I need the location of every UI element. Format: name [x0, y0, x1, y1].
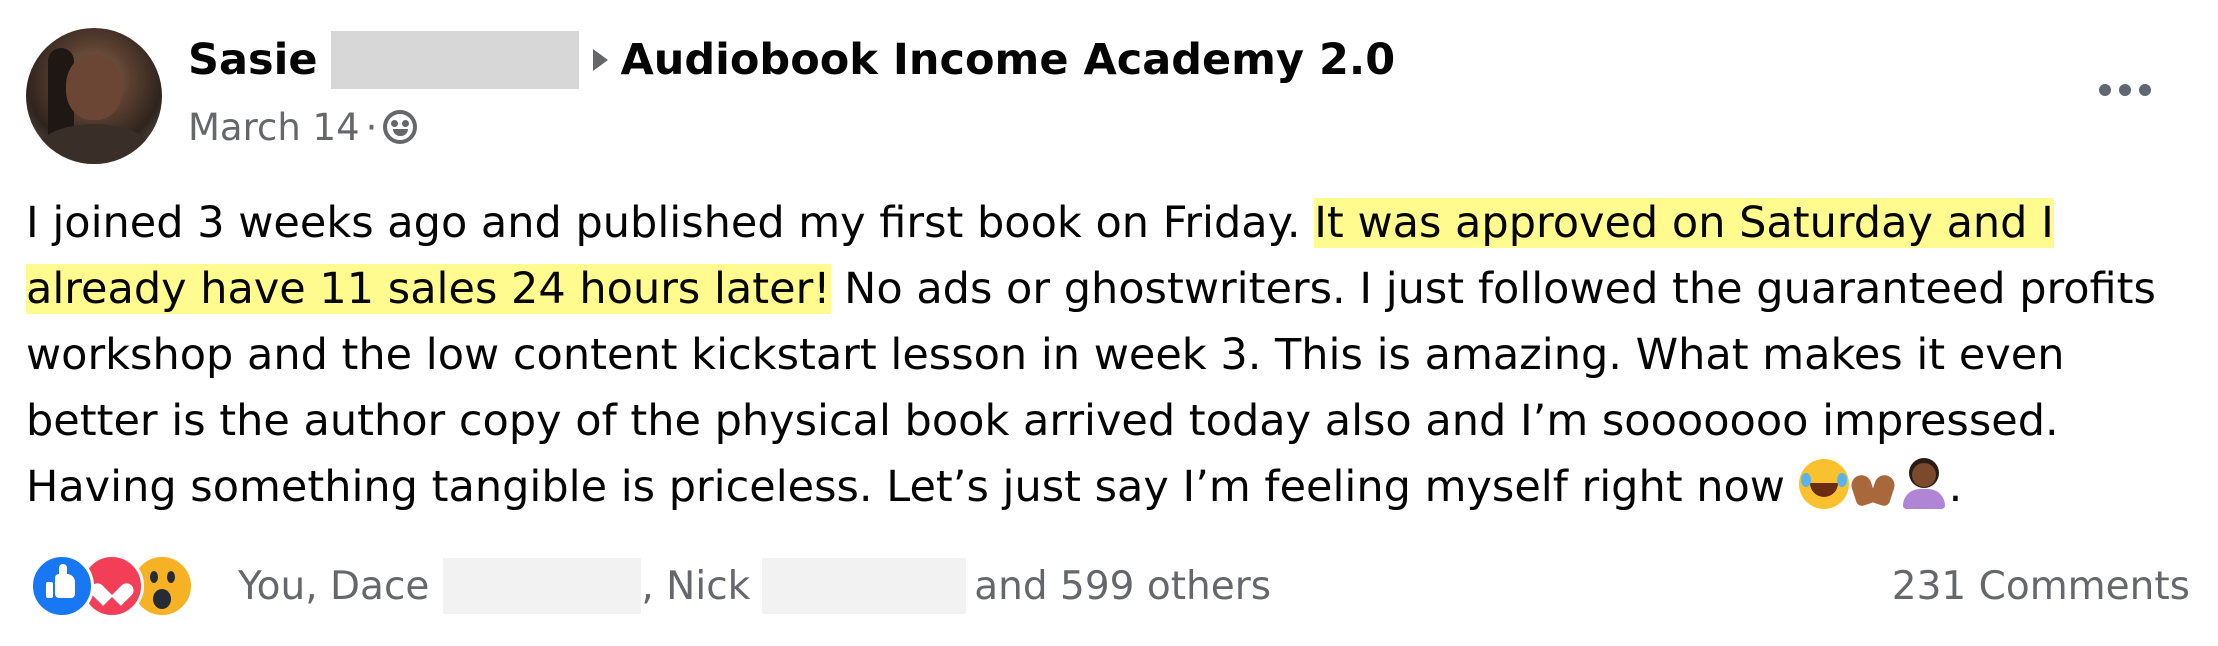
reaction-icons[interactable] [30, 554, 194, 618]
redacted-name [762, 558, 967, 614]
redacted-name [443, 558, 642, 614]
reaction-summary[interactable]: You, Dace , Nick and 599 others [238, 554, 1271, 618]
group-members-icon[interactable] [383, 110, 418, 144]
tears-of-joy-emoji-icon [1798, 459, 1849, 509]
post-card: Sasie Audiobook Income Academy 2.0 March… [0, 0, 2218, 646]
reaction-names-suffix: and 599 others [974, 563, 1272, 609]
more-dot-icon [2099, 84, 2111, 96]
reaction-names-mid: , Nick [641, 563, 751, 609]
raising-hands-emoji-icon [1849, 459, 1899, 509]
post-date[interactable]: March 14 [188, 106, 360, 149]
redacted-surname [331, 31, 580, 89]
more-dot-icon [2139, 84, 2151, 96]
caret-right-icon [593, 49, 609, 71]
post-text-intro: I joined 3 weeks ago and published my fi… [26, 198, 1315, 248]
person-tipping-hand-emoji-icon [1899, 459, 1949, 509]
more-dot-icon [2119, 84, 2131, 96]
comments-count-link[interactable]: 231 Comments [1892, 554, 2190, 618]
author-avatar[interactable] [26, 28, 162, 164]
group-name[interactable]: Audiobook Income Academy 2.0 [620, 35, 1395, 85]
like-icon [30, 554, 94, 618]
reaction-names-prefix: You, Dace [238, 563, 430, 609]
post-header: Sasie Audiobook Income Academy 2.0 [188, 31, 1395, 89]
author-name[interactable]: Sasie [188, 35, 317, 85]
post-body: I joined 3 weeks ago and published my fi… [26, 190, 2206, 520]
more-options-button[interactable] [2090, 70, 2160, 110]
post-meta: March 14 · [188, 102, 418, 152]
meta-separator: · [365, 105, 378, 149]
post-text-ending: . [1948, 462, 1963, 512]
avatar-face [66, 54, 122, 120]
